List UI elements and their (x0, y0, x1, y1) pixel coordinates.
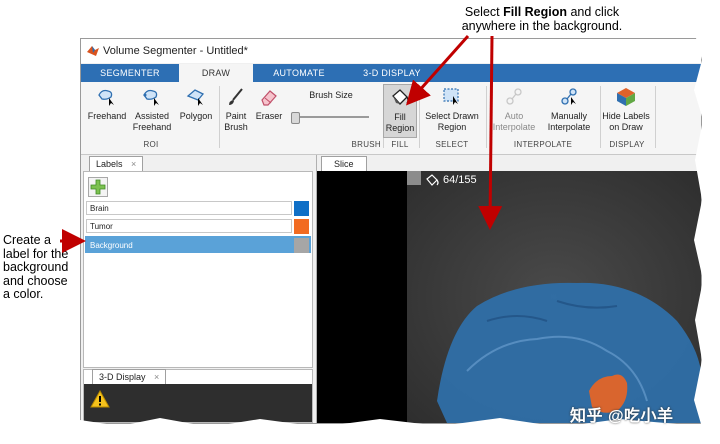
arrow-to-fill-region (406, 35, 470, 106)
watermark: 知乎 @吃小羊 (570, 408, 674, 425)
arrow-to-background (478, 35, 503, 230)
annotation-arrows (60, 35, 503, 253)
